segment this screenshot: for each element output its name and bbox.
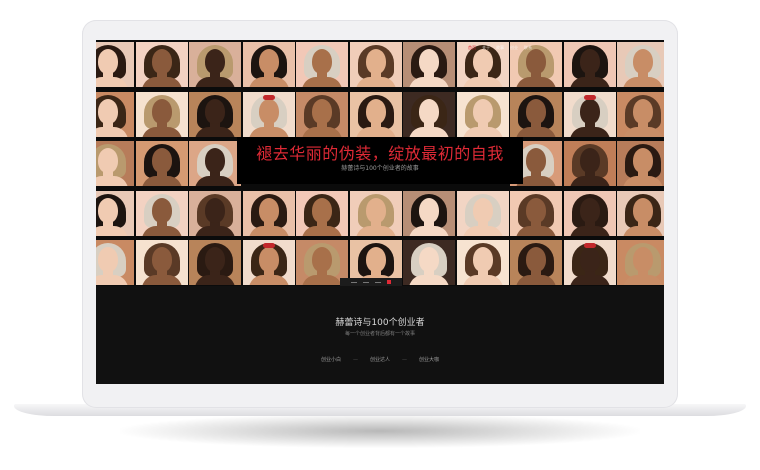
section-title: 赫蕾诗与100个创业者 [335,318,425,328]
portrait-photo [296,91,348,137]
portrait-photo [242,190,295,236]
top-nav-item[interactable]: 首页 [468,45,476,53]
portrait-photo [563,240,616,285]
slider-dot[interactable] [363,281,369,283]
portrait-photo [563,190,616,236]
portrait-photo [403,240,455,285]
portrait-photo [456,190,509,236]
portrait-photo [135,141,188,186]
founders-section: 赫蕾诗与100个创业者 每一个创业者背后都有一个故事 创业小白 — 创业达人 —… [96,286,664,384]
portrait-photo [135,42,188,87]
link-separator: — [402,357,407,363]
portrait-photo [242,240,295,285]
portrait-photo [349,190,402,236]
portrait-photo [135,190,188,236]
slider-dot[interactable] [375,281,381,283]
slider-pagination [340,278,402,286]
link-separator: — [352,357,358,363]
link-master[interactable]: 创业大咖 [419,357,439,364]
hero-headline: 褪去华丽的伪装，绽放最初的自我 [256,144,504,163]
portrait-photo [563,42,616,87]
portrait-photo [96,190,134,236]
top-nav-item[interactable]: 关于 [482,45,490,53]
portrait-photo [403,91,455,137]
portrait-photo [135,91,188,137]
portrait-photo [96,42,134,87]
hero-subheadline: 赫蕾诗与100个创业者的故事 [341,165,419,172]
portrait-photo [189,42,241,87]
portrait-photo [96,91,134,137]
laptop-screen: 首页 关于 故事 创业 联系 褪去华丽的伪装，绽放最初的自我 赫蕾诗与100个创业者的故… [96,40,664,384]
portrait-photo [563,141,616,186]
portrait-photo [510,240,562,285]
portrait-photo [617,190,664,236]
portrait-photo [296,42,348,87]
portrait-photo [456,91,509,137]
slider-dot[interactable] [351,281,357,283]
portrait-photo [242,42,295,87]
portrait-photo [296,190,348,236]
portrait-photo [456,240,509,285]
portrait-photo [403,42,455,87]
portrait-photo [617,240,664,285]
portrait-photo [135,240,188,285]
portrait-photo [96,141,134,186]
portrait-photo [189,190,241,236]
portrait-photo [349,91,402,137]
top-nav-item[interactable]: 联系 [524,45,532,53]
hero-banner: 褪去华丽的伪装，绽放最初的自我 赫蕾诗与100个创业者的故事 [237,137,523,184]
portrait-photo [510,190,562,236]
portrait-photo [189,91,241,137]
portrait-photo [617,141,664,186]
category-links: 创业小白 — 创业达人 — 创业大咖 [96,357,664,364]
top-nav-item[interactable]: 创业 [510,45,518,53]
laptop-shadow [120,414,640,448]
top-nav: 首页 关于 故事 创业 联系 [468,45,532,53]
portrait-photo [189,141,241,186]
slider-dot[interactable] [387,280,391,284]
link-expert[interactable]: 创业达人 [370,357,390,364]
portrait-photo [96,240,134,285]
top-nav-item[interactable]: 故事 [496,45,504,53]
portrait-photo [189,240,241,285]
portrait-photo [349,42,402,87]
section-subtitle: 每一个创业者背后都有一个故事 [344,331,415,337]
link-beginner[interactable]: 创业小白 [321,357,341,364]
portrait-photo [403,190,455,236]
portrait-photo [242,91,295,137]
portrait-photo [563,91,616,137]
portrait-photo [617,42,664,87]
portrait-photo [510,91,562,137]
portrait-photo [617,91,664,137]
